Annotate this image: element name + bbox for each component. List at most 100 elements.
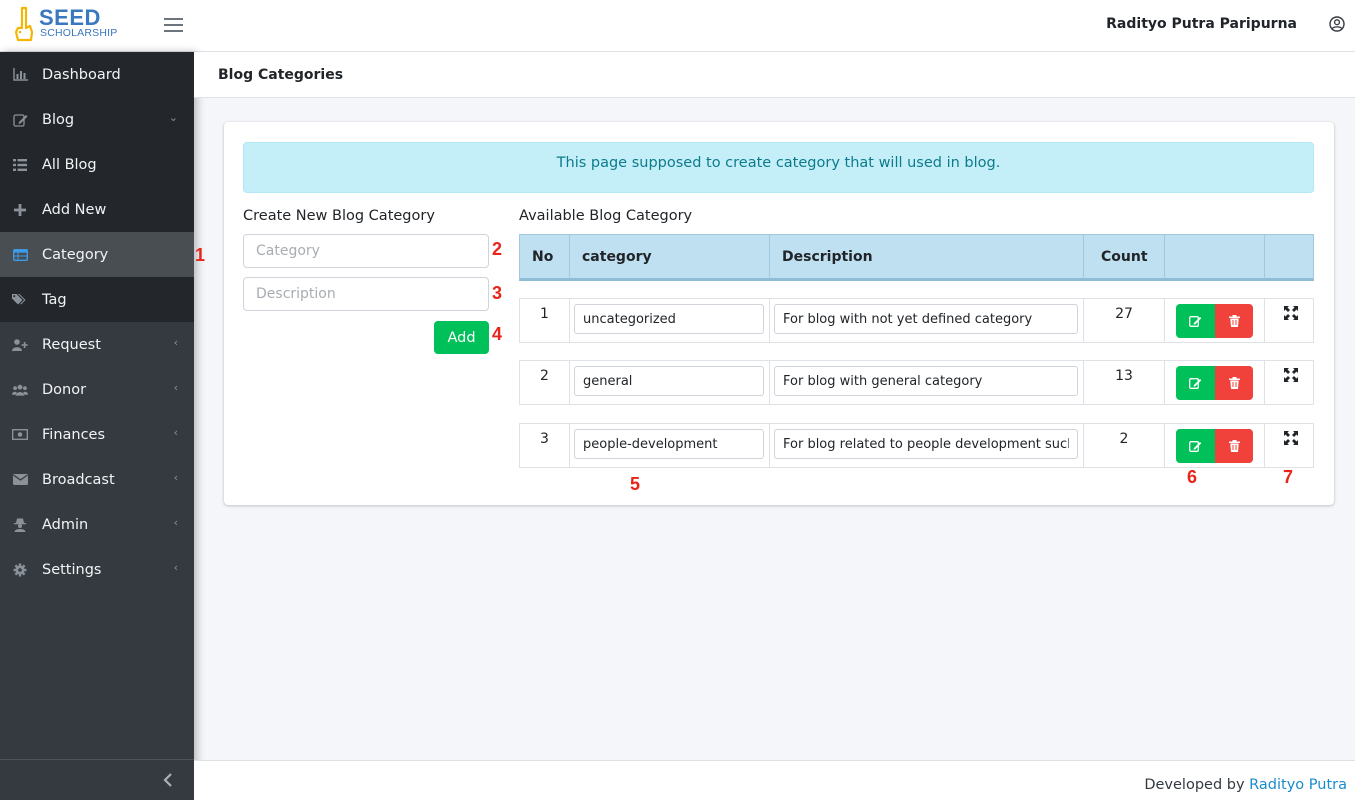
table-title: Available Blog Category <box>519 208 693 224</box>
user-secret-icon <box>12 517 28 533</box>
edit-button[interactable] <box>1176 429 1215 463</box>
annotation-marker: 1 <box>195 245 206 265</box>
seed-scholarship-logo[interactable]: SEED SCHOLARSHIP <box>14 5 124 45</box>
chevron-left-icon: ‹ <box>173 516 178 529</box>
user-name[interactable]: Radityo Putra Paripurna <box>1106 16 1297 32</box>
description-edit-field[interactable] <box>774 366 1078 396</box>
annotation-marker: 4 <box>492 324 503 344</box>
category-cell <box>570 424 770 467</box>
chevron-left-icon: ‹ <box>173 561 178 574</box>
logo-hand-icon <box>14 6 34 42</box>
sidebar-item-label: Broadcast <box>42 471 115 488</box>
edit-button[interactable] <box>1176 366 1215 400</box>
annotation-marker: 5 <box>630 474 641 494</box>
add-button[interactable]: Add <box>434 321 489 354</box>
expand-icon[interactable] <box>1284 431 1298 445</box>
chevron-left-icon: ‹ <box>173 336 178 349</box>
description-input[interactable] <box>243 277 489 311</box>
footer: Developed by Radityo Putra <box>194 760 1355 800</box>
annotation-marker: 6 <box>1187 467 1198 487</box>
list-icon <box>12 157 28 173</box>
header-actions <box>1165 235 1265 279</box>
description-edit-field[interactable] <box>774 304 1078 334</box>
sidebar-item-label: Add New <box>42 201 107 218</box>
content-header: Blog Categories <box>194 52 1355 98</box>
edit-button[interactable] <box>1176 304 1215 338</box>
sidebar-item-donor[interactable]: Donor ‹ <box>0 367 194 412</box>
count-value: 27 <box>1084 299 1165 342</box>
chevron-left-icon: ‹ <box>173 471 178 484</box>
expand-cell <box>1265 299 1315 342</box>
sidebar-item-blog[interactable]: Blog ⌄ <box>0 97 194 142</box>
expand-icon[interactable] <box>1284 368 1298 382</box>
plus-icon <box>12 202 28 218</box>
delete-button[interactable] <box>1215 429 1253 463</box>
category-input[interactable] <box>243 234 489 268</box>
sidebar-item-add-new[interactable]: Add New <box>0 187 194 232</box>
chevron-left-icon: ‹ <box>173 426 178 439</box>
chevron-left-icon: ‹ <box>173 381 178 394</box>
header-no: No <box>520 235 570 279</box>
sidebar-item-label: Blog <box>42 111 75 128</box>
sidebar-item-all-blog[interactable]: All Blog <box>0 142 194 187</box>
delete-button[interactable] <box>1215 304 1253 338</box>
money-icon <box>12 427 28 443</box>
sidebar-item-request[interactable]: Request ‹ <box>0 322 194 367</box>
header-description: Description <box>770 235 1084 279</box>
tags-icon <box>12 292 28 308</box>
table-row: 1 27 <box>519 298 1314 343</box>
expand-icon[interactable] <box>1284 306 1298 320</box>
user-circle-icon[interactable] <box>1329 16 1345 32</box>
sidebar-item-tag[interactable]: Tag <box>0 277 194 322</box>
sidebar-item-label: Dashboard <box>42 66 121 83</box>
category-card: This page supposed to create category th… <box>224 122 1334 505</box>
category-edit-field[interactable] <box>574 304 764 334</box>
top-navbar: SEED SCHOLARSHIP Radityo Putra Paripurna <box>0 0 1355 52</box>
table-row: 2 13 <box>519 360 1314 405</box>
sidebar-collapse-bar <box>0 759 194 800</box>
envelope-icon <box>12 472 28 488</box>
trash-icon <box>1228 377 1240 389</box>
edit-icon <box>1189 316 1202 327</box>
description-cell <box>770 424 1084 467</box>
sidebar-item-admin[interactable]: Admin ‹ <box>0 502 194 547</box>
sidebar-item-finances[interactable]: Finances ‹ <box>0 412 194 457</box>
author-link[interactable]: Radityo Putra <box>1249 777 1347 793</box>
count-value: 2 <box>1084 424 1165 467</box>
sidebar-item-category[interactable]: Category <box>0 232 194 277</box>
actions-cell <box>1165 299 1265 342</box>
sidebar-item-label: Finances <box>42 426 106 443</box>
description-edit-field[interactable] <box>774 429 1078 459</box>
users-icon <box>12 382 28 398</box>
footer-credit: Developed by Radityo Putra <box>1144 777 1347 793</box>
header-category: category <box>570 235 770 279</box>
sidebar-item-broadcast[interactable]: Broadcast ‹ <box>0 457 194 502</box>
collapse-chevron-icon[interactable] <box>162 772 174 788</box>
sidebar-item-label: Settings <box>42 561 102 578</box>
actions-cell <box>1165 424 1265 467</box>
category-edit-field[interactable] <box>574 429 764 459</box>
sidebar-item-label: Donor <box>42 381 87 398</box>
header-count: Count <box>1084 235 1165 279</box>
footer-prefix: Developed by <box>1144 777 1245 793</box>
table-header: No category Description Count <box>519 234 1314 281</box>
annotation-marker: 7 <box>1283 467 1294 487</box>
delete-button[interactable] <box>1215 366 1253 400</box>
table-row: 3 2 <box>519 423 1314 468</box>
edit-icon <box>1189 441 1202 452</box>
sidebar-item-settings[interactable]: Settings ‹ <box>0 547 194 592</box>
row-number: 1 <box>520 299 570 342</box>
count-value: 13 <box>1084 361 1165 404</box>
row-number: 3 <box>520 424 570 467</box>
sidebar-item-dashboard[interactable]: Dashboard <box>0 52 194 97</box>
menu-toggle-icon[interactable] <box>163 15 185 33</box>
actions-cell <box>1165 361 1265 404</box>
bar-chart-icon <box>12 67 28 83</box>
chevron-down-icon: ⌄ <box>168 111 178 124</box>
sidebar-item-label: Category <box>42 246 109 263</box>
category-cell <box>570 299 770 342</box>
category-edit-field[interactable] <box>574 366 764 396</box>
table-icon <box>12 247 28 263</box>
sidebar-item-label: Tag <box>42 291 67 308</box>
edit-icon <box>12 112 28 128</box>
